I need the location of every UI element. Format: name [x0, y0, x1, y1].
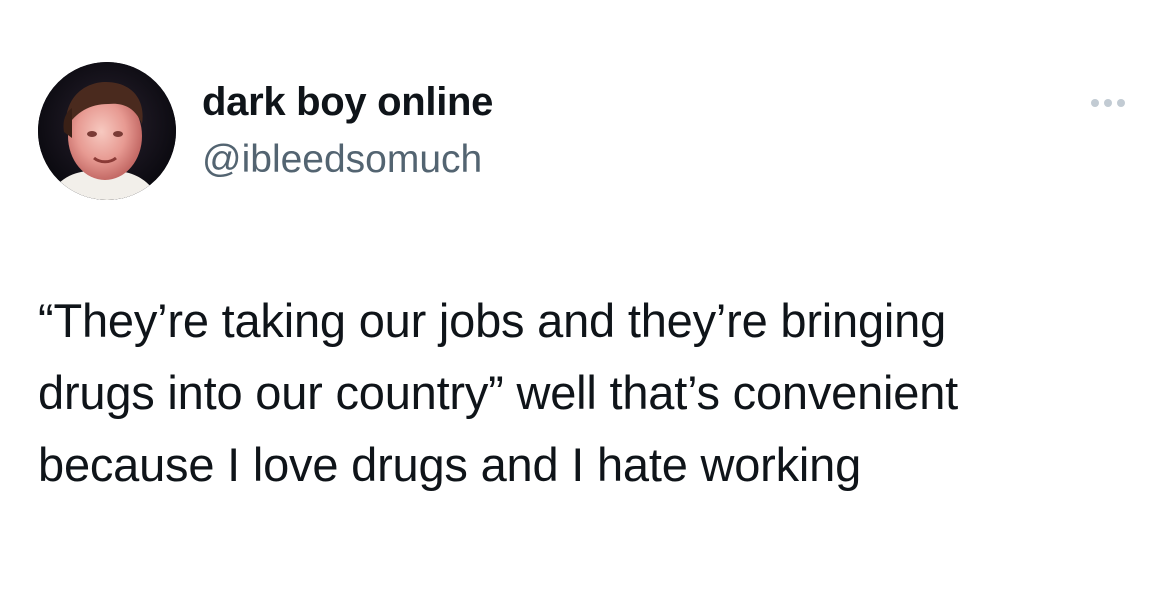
profile-photo-icon: [38, 62, 176, 200]
tweet-card: dark boy online @ibleedsomuch “They’re t…: [0, 0, 1170, 601]
avatar[interactable]: [38, 62, 176, 200]
author-display-name[interactable]: dark boy online: [202, 80, 493, 125]
tweet-text-line: “They’re taking our jobs and they’re bri…: [38, 294, 947, 347]
tweet-text: “They’re taking our jobs and they’re bri…: [38, 285, 1138, 501]
tweet-text-line: drugs into our country” well that’s conv…: [38, 366, 958, 419]
more-horizontal-icon: [1091, 99, 1125, 107]
author-handle[interactable]: @ibleedsomuch: [202, 138, 482, 182]
more-options-button[interactable]: [1080, 88, 1136, 118]
tweet-text-line: because I love drugs and I hate working: [38, 438, 862, 491]
